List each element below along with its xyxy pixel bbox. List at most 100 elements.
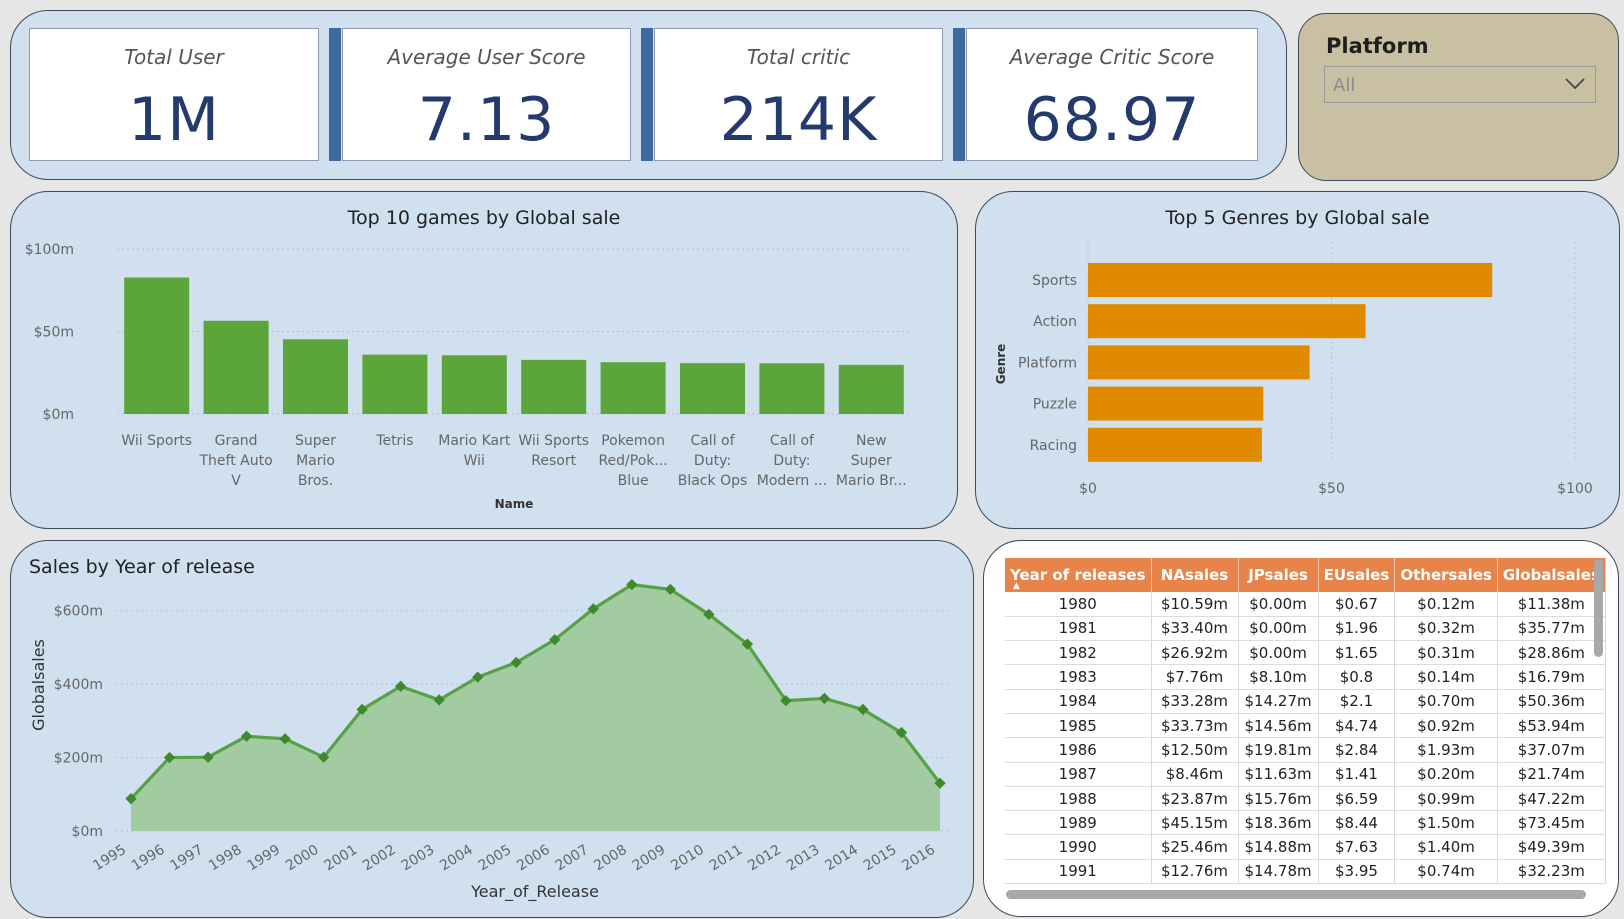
- table-row[interactable]: 1982 $26.92m $0.00m $1.65 $0.31m $28.86m: [1005, 640, 1606, 666]
- kpi-divider: [641, 28, 653, 161]
- table-cell: $1.65: [1318, 640, 1396, 666]
- x-tick-label: Theft Auto: [199, 453, 273, 469]
- table-row[interactable]: 1984 $33.28m $14.27m $2.1 $0.70m $50.36m: [1005, 689, 1606, 714]
- table-cell: $0.70m: [1394, 689, 1498, 714]
- column-header[interactable]: NAsales: [1151, 558, 1239, 592]
- platform-slicer: Platform All: [1298, 13, 1619, 181]
- kpi-card-average-critic-score: Average Critic Score 68.97: [966, 28, 1258, 161]
- dropdown-value: All: [1333, 75, 1356, 96]
- table-cell: 1990: [1005, 834, 1152, 860]
- bar[interactable]: [441, 355, 507, 414]
- table-cell: $8.10m: [1238, 664, 1319, 690]
- column-header[interactable]: EUsales: [1318, 558, 1396, 592]
- table-cell: $14.27m: [1238, 689, 1319, 714]
- x-tick-label: Wii: [464, 453, 485, 469]
- table-cell: $0.31m: [1394, 640, 1498, 666]
- kpi-title: Average User Score: [387, 45, 586, 69]
- table-cell: $3.95: [1318, 859, 1396, 885]
- y-tick-label: Platform: [1018, 355, 1077, 371]
- sales-table-panel: Year of releases ▲ NAsales JPsales EUsales Ot…: [983, 540, 1619, 917]
- column-header-label: Globalsales: [1502, 566, 1600, 584]
- table-cell: 1985: [1005, 713, 1152, 739]
- column-header-label: JPsales: [1248, 566, 1308, 584]
- table-cell: $0.67: [1318, 592, 1396, 617]
- kpi-value: 7.13: [417, 85, 556, 155]
- table-cell: 1988: [1005, 786, 1152, 812]
- kpi-value: 1M: [128, 85, 220, 155]
- table-row[interactable]: 1988 $23.87m $15.76m $6.59 $0.99m $47.22m: [1005, 786, 1606, 812]
- bar[interactable]: [1088, 427, 1262, 462]
- bar[interactable]: [1088, 345, 1310, 380]
- bar[interactable]: [600, 362, 666, 414]
- x-tick-label: 2001: [322, 842, 361, 874]
- table-cell: $25.46m: [1151, 834, 1239, 860]
- kpi-card-average-user-score: Average User Score 7.13: [342, 28, 631, 161]
- table-row[interactable]: 1983 $7.76m $8.10m $0.8 $0.14m $16.79m: [1005, 664, 1606, 690]
- column-header[interactable]: Globalsales: [1497, 558, 1606, 592]
- table-cell: $0.00m: [1238, 640, 1319, 666]
- horizontal-scrollbar[interactable]: [1006, 890, 1586, 899]
- table-cell: $7.76m: [1151, 664, 1239, 690]
- kpi-card-total-user: Total User 1M: [29, 28, 319, 161]
- y-tick-label: $50m: [34, 325, 74, 341]
- table-row[interactable]: 1985 $33.73m $14.56m $4.74 $0.92m $53.94m: [1005, 713, 1606, 739]
- table-row[interactable]: 1980 $10.59m $0.00m $0.67 $0.12m $11.38m: [1005, 592, 1606, 617]
- table-row[interactable]: 1990 $25.46m $14.88m $7.63 $1.40m $49.39m: [1005, 834, 1606, 860]
- table-cell: $47.22m: [1497, 786, 1606, 812]
- column-header[interactable]: Othersales: [1394, 558, 1498, 592]
- bar[interactable]: [1088, 386, 1264, 421]
- bar[interactable]: [1088, 304, 1366, 339]
- kpi-panel: Total User 1M Average User Score 7.13 To…: [10, 10, 1287, 180]
- table-cell: $16.79m: [1497, 664, 1606, 690]
- table-row[interactable]: 1986 $12.50m $19.81m $2.84 $1.93m $37.07m: [1005, 737, 1606, 763]
- table-cell: $0.20m: [1394, 762, 1498, 787]
- x-tick-label: Grand: [215, 433, 258, 449]
- bar[interactable]: [838, 364, 904, 414]
- sort-ascending-icon[interactable]: ▲: [1013, 581, 1020, 591]
- y-tick-label: Puzzle: [1033, 397, 1077, 413]
- x-tick-label: 2011: [707, 842, 746, 874]
- column-header[interactable]: Year of releases ▲: [1005, 558, 1152, 592]
- table-cell: $0.00m: [1238, 592, 1319, 617]
- column-header[interactable]: JPsales: [1238, 558, 1319, 592]
- y-tick-label: $400m: [54, 677, 103, 693]
- table-row[interactable]: 1991 $12.76m $14.78m $3.95 $0.74m $32.23m: [1005, 859, 1606, 885]
- table-cell: $14.88m: [1238, 834, 1319, 860]
- bar[interactable]: [521, 359, 587, 414]
- table-cell: 1987: [1005, 762, 1152, 787]
- x-tick-label: $50: [1318, 481, 1345, 497]
- bar[interactable]: [283, 339, 348, 414]
- table-cell: $12.50m: [1151, 737, 1239, 763]
- table-cell: $0.00m: [1238, 616, 1319, 642]
- bar[interactable]: [362, 354, 428, 414]
- bar[interactable]: [759, 363, 825, 414]
- bar[interactable]: [203, 320, 269, 414]
- kpi-title: Average Critic Score: [1009, 45, 1215, 69]
- x-tick-label: 1995: [90, 842, 129, 874]
- y-tick-label: $200m: [54, 751, 103, 767]
- vertical-scrollbar[interactable]: [1594, 559, 1603, 657]
- table-cell: $0.99m: [1394, 786, 1498, 812]
- bar[interactable]: [124, 277, 190, 414]
- table-cell: $1.96: [1318, 616, 1396, 642]
- table-row[interactable]: 1981 $33.40m $0.00m $1.96 $0.32m $35.77m: [1005, 616, 1606, 642]
- table-cell: $73.45m: [1497, 810, 1606, 836]
- x-tick-label: Bros.: [298, 473, 333, 489]
- x-tick-label: Resort: [531, 453, 576, 469]
- table-cell: $0.14m: [1394, 664, 1498, 690]
- platform-dropdown[interactable]: All: [1324, 66, 1596, 103]
- column-header-label: Othersales: [1400, 566, 1492, 584]
- table-cell: $12.76m: [1151, 859, 1239, 885]
- table-cell: 1982: [1005, 640, 1152, 666]
- x-tick-label: Call of: [690, 433, 735, 449]
- table-row[interactable]: 1987 $8.46m $11.63m $1.41 $0.20m $21.74m: [1005, 762, 1606, 787]
- table-cell: $14.56m: [1238, 713, 1319, 739]
- table-row[interactable]: 1989 $45.15m $18.36m $8.44 $1.50m $73.45m: [1005, 810, 1606, 836]
- bar[interactable]: [680, 363, 745, 414]
- table-cell: $8.46m: [1151, 762, 1239, 787]
- x-tick-label: 2003: [399, 842, 438, 874]
- x-tick-label: 2002: [360, 842, 399, 874]
- x-tick-label: Mario Kart: [438, 433, 511, 449]
- x-tick-label: Mario Br...: [836, 473, 907, 489]
- bar[interactable]: [1088, 263, 1493, 297]
